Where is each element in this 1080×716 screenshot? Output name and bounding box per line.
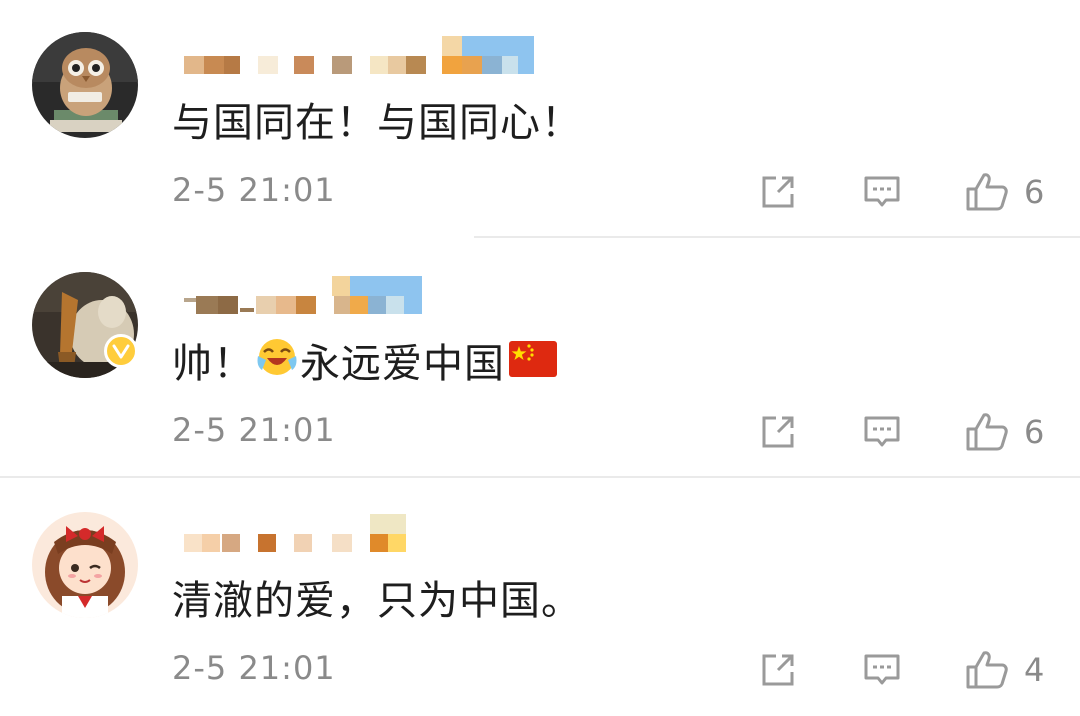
thumbs-up-icon bbox=[966, 413, 1008, 451]
share-forward-icon bbox=[762, 654, 794, 686]
laughing-crying-emoji bbox=[256, 336, 298, 392]
comment-item: 帅！ 永远爱中国 2-5 21:01 6 bbox=[0, 240, 1080, 478]
comment-reply-icon bbox=[864, 176, 900, 207]
username-redacted[interactable] bbox=[184, 36, 544, 76]
reply-button[interactable] bbox=[862, 170, 902, 214]
comment-text: 帅！ 永远爱中国 bbox=[172, 336, 557, 392]
owl-figurine-avatar bbox=[32, 32, 138, 138]
china-flag-emoji bbox=[509, 337, 557, 391]
like-button[interactable]: 6 bbox=[964, 170, 1044, 214]
forward-button[interactable] bbox=[758, 648, 798, 692]
forward-button[interactable] bbox=[758, 410, 798, 454]
comment-reply-icon bbox=[864, 416, 900, 447]
like-button[interactable]: 4 bbox=[964, 648, 1044, 692]
comment-text-main: 永远爱中国 bbox=[300, 341, 505, 387]
thumbs-up-icon bbox=[966, 173, 1008, 211]
timestamp: 2-5 21:01 bbox=[172, 649, 336, 687]
verified-badge bbox=[104, 334, 138, 368]
timestamp: 2-5 21:01 bbox=[172, 411, 336, 449]
verified-v-icon bbox=[112, 344, 130, 359]
comment-item: 与国同在！与国同心！ 2-5 21:01 6 bbox=[0, 0, 1080, 238]
comment-reply-icon bbox=[864, 654, 900, 685]
thumbs-up-icon bbox=[966, 651, 1008, 689]
divider bbox=[474, 236, 1080, 238]
comment-text: 清澈的爱，只为中国。 bbox=[172, 578, 582, 624]
like-count: 4 bbox=[1024, 651, 1045, 689]
timestamp: 2-5 21:01 bbox=[172, 171, 336, 209]
comment-text-prefix: 帅！ bbox=[172, 341, 254, 387]
share-forward-icon bbox=[762, 416, 794, 448]
avatar[interactable] bbox=[32, 32, 138, 138]
reply-button[interactable] bbox=[862, 648, 902, 692]
like-count: 6 bbox=[1024, 413, 1045, 451]
anime-girl-avatar bbox=[32, 512, 138, 618]
comment-item: 清澈的爱，只为中国。 2-5 21:01 4 bbox=[0, 478, 1080, 716]
username-redacted[interactable] bbox=[184, 514, 544, 554]
like-count: 6 bbox=[1024, 173, 1045, 211]
comment-list: 与国同在！与国同心！ 2-5 21:01 6 帅！ 永远爱中国 2-5 21:0… bbox=[0, 0, 1080, 700]
like-button[interactable]: 6 bbox=[964, 410, 1044, 454]
forward-button[interactable] bbox=[758, 170, 798, 214]
comment-text: 与国同在！与国同心！ bbox=[172, 100, 582, 146]
username-redacted[interactable] bbox=[184, 276, 544, 316]
reply-button[interactable] bbox=[862, 410, 902, 454]
avatar[interactable] bbox=[32, 512, 138, 618]
share-forward-icon bbox=[762, 176, 794, 208]
